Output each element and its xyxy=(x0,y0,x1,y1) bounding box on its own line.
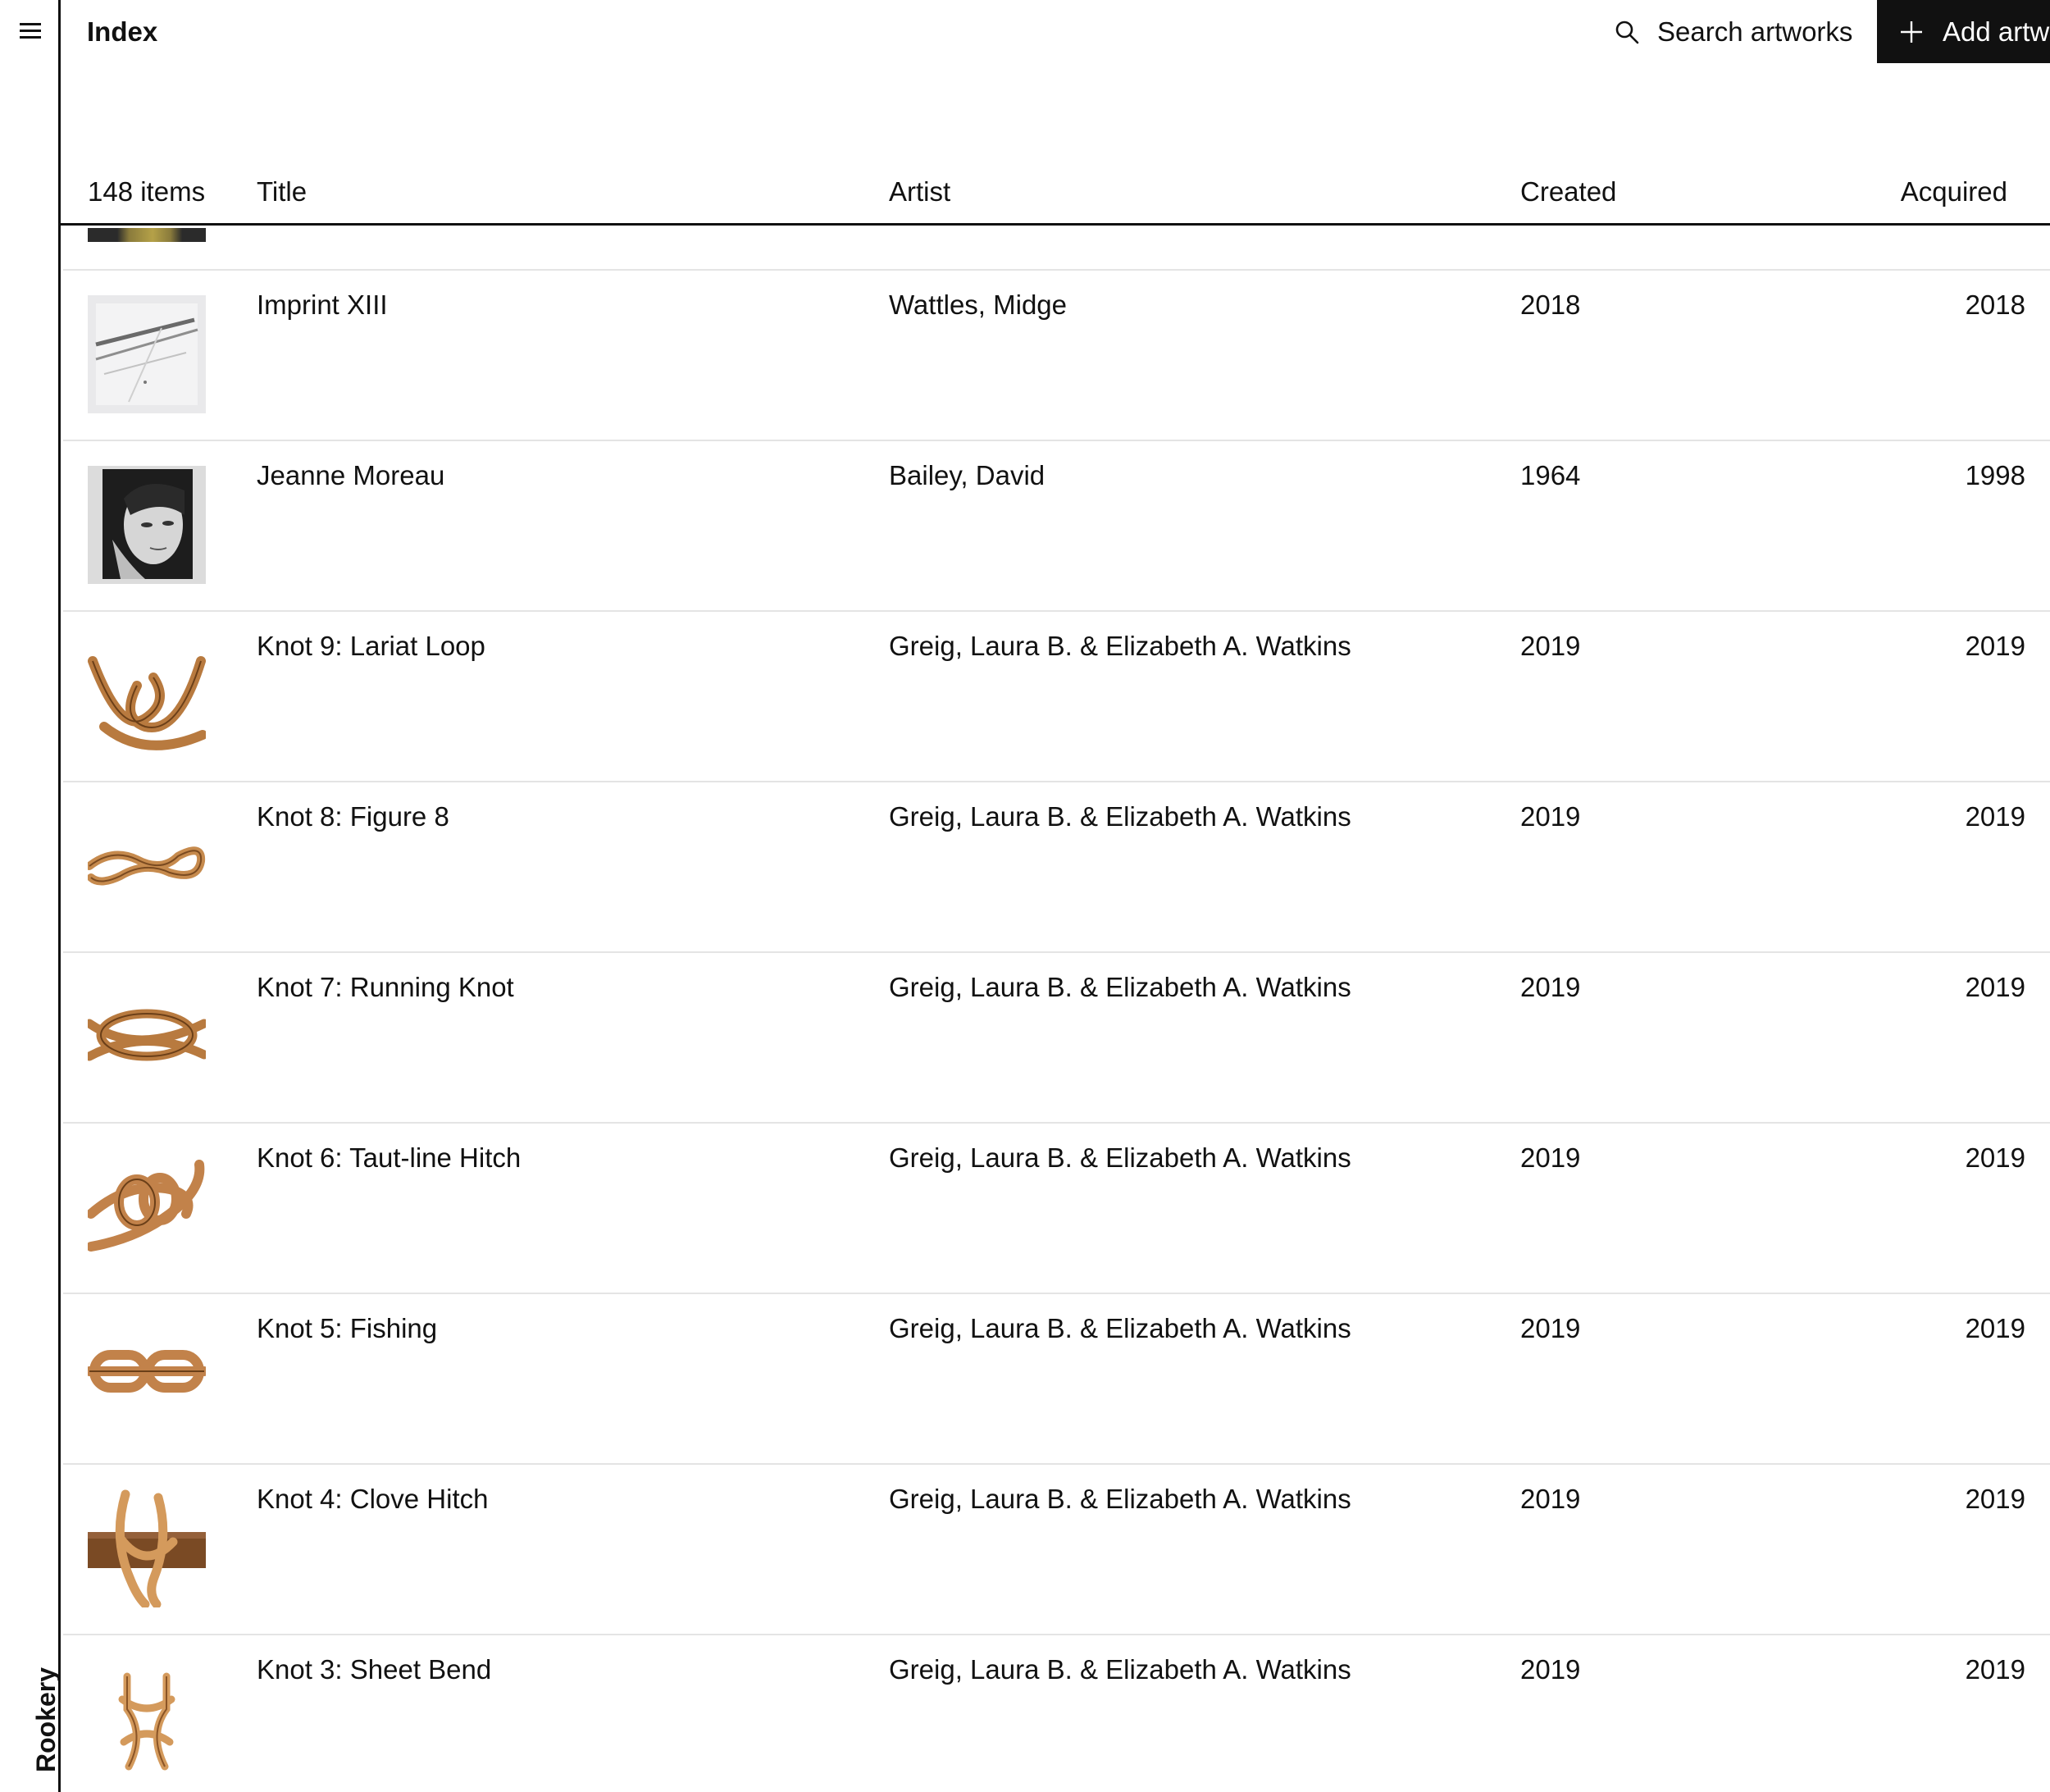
artwork-thumbnail[interactable] xyxy=(88,1148,206,1266)
column-header-created[interactable]: Created xyxy=(1520,176,1616,207)
table-header: 148 items Title Artist Created Acquired xyxy=(61,160,2050,226)
artwork-thumbnail[interactable] xyxy=(88,1319,206,1437)
artwork-artist: Greig, Laura B. & Elizabeth A. Watkins xyxy=(889,631,1351,661)
add-artwork-button[interactable]: Add artwork xyxy=(1877,0,2050,63)
artwork-acquired: 2019 xyxy=(1965,801,2025,832)
top-bar: Index Search artworks Add artwork xyxy=(61,0,2050,64)
artwork-acquired: 2019 xyxy=(1965,1142,2025,1173)
column-header-title[interactable]: Title xyxy=(257,176,307,207)
table-row[interactable]: Knot 3: Sheet Bend Greig, Laura B. & Eli… xyxy=(63,1634,2050,1792)
table-row[interactable]: Knot 6: Taut-line Hitch Greig, Laura B. … xyxy=(63,1122,2050,1294)
artwork-created: 2019 xyxy=(1520,1142,1581,1173)
artwork-thumbnail[interactable] xyxy=(88,295,206,413)
artwork-title: Knot 6: Taut-line Hitch xyxy=(257,1142,522,1173)
column-header-acquired[interactable]: Acquired xyxy=(1901,176,2007,207)
artwork-created: 2019 xyxy=(1520,631,1581,661)
artwork-artist: Greig, Laura B. & Elizabeth A. Watkins xyxy=(889,1313,1351,1343)
search-icon xyxy=(1615,21,1639,44)
artwork-acquired: 2018 xyxy=(1965,290,2025,320)
artwork-thumbnail[interactable] xyxy=(88,978,206,1096)
artwork-title: Knot 5: Fishing xyxy=(257,1313,438,1343)
artwork-created: 1964 xyxy=(1520,460,1581,490)
artwork-artist: Bailey, David xyxy=(889,460,1046,490)
hamburger-menu-icon[interactable] xyxy=(20,23,41,39)
artwork-thumbnail[interactable] xyxy=(88,1660,206,1778)
plus-icon xyxy=(1901,21,1922,43)
artwork-artist: Greig, Laura B. & Elizabeth A. Watkins xyxy=(889,801,1351,832)
page-title: Index xyxy=(87,16,158,47)
search-button[interactable]: Search artworks xyxy=(1615,15,1852,49)
artwork-title: Knot 7: Running Knot xyxy=(257,972,514,1002)
artwork-acquired: 2019 xyxy=(1965,1484,2025,1514)
artwork-acquired: 2019 xyxy=(1965,972,2025,1002)
artwork-created: 2018 xyxy=(1520,290,1581,320)
artwork-acquired: 2019 xyxy=(1965,1654,2025,1685)
artwork-artist: Greig, Laura B. & Elizabeth A. Watkins xyxy=(889,1484,1351,1514)
search-label: Search artworks xyxy=(1657,16,1853,47)
artwork-thumbnail[interactable] xyxy=(88,807,206,925)
table-row[interactable]: Knot 5: Fishing Greig, Laura B. & Elizab… xyxy=(63,1293,2050,1465)
table-row[interactable]: Knot 8: Figure 8 Greig, Laura B. & Eliza… xyxy=(63,781,2050,953)
artwork-artist: Greig, Laura B. & Elizabeth A. Watkins xyxy=(889,1142,1351,1173)
artwork-thumbnail[interactable] xyxy=(88,466,206,584)
artwork-title: Knot 9: Lariat Loop xyxy=(257,631,485,661)
artwork-artist: Greig, Laura B. & Elizabeth A. Watkins xyxy=(889,972,1351,1002)
artwork-artist: Wattles, Midge xyxy=(889,290,1068,320)
artwork-acquired: 2019 xyxy=(1965,1313,2025,1343)
artwork-thumbnail[interactable] xyxy=(88,1489,206,1607)
side-rail: Rookery xyxy=(0,0,61,1792)
column-header-artist[interactable]: Artist xyxy=(889,176,950,207)
artwork-title: Knot 3: Sheet Bend xyxy=(257,1654,492,1685)
artwork-created: 2019 xyxy=(1520,1484,1581,1514)
artwork-title: Knot 4: Clove Hitch xyxy=(257,1484,489,1514)
artwork-thumbnail[interactable] xyxy=(88,228,206,242)
table-row[interactable]: Knot 9: Lariat Loop Greig, Laura B. & El… xyxy=(63,610,2050,782)
table-row[interactable]: Knot 7: Running Knot Greig, Laura B. & E… xyxy=(63,951,2050,1124)
app-brand: Rookery xyxy=(31,1667,61,1772)
artwork-artist: Greig, Laura B. & Elizabeth A. Watkins xyxy=(889,1654,1351,1685)
table-row[interactable]: Jeanne Moreau Bailey, David 1964 1998 xyxy=(63,440,2050,612)
add-artwork-label: Add artwork xyxy=(1943,16,2050,47)
table-row[interactable]: Knot 4: Clove Hitch Greig, Laura B. & El… xyxy=(63,1463,2050,1635)
artwork-title: Imprint XIII xyxy=(257,290,388,320)
artwork-created: 2019 xyxy=(1520,972,1581,1002)
artwork-list: Imprint XIII Wattles, Midge 2018 2018 Je… xyxy=(63,228,2050,1792)
item-count: 148 items xyxy=(88,176,206,207)
artwork-created: 2019 xyxy=(1520,1313,1581,1343)
artwork-acquired: 2019 xyxy=(1965,631,2025,661)
table-row[interactable]: Imprint XIII Wattles, Midge 2018 2018 xyxy=(63,269,2050,441)
artwork-title: Jeanne Moreau xyxy=(257,460,445,490)
artwork-thumbnail[interactable] xyxy=(88,636,206,755)
artwork-acquired: 1998 xyxy=(1965,460,2025,490)
artwork-created: 2019 xyxy=(1520,1654,1581,1685)
artwork-title: Knot 8: Figure 8 xyxy=(257,801,449,832)
artwork-created: 2019 xyxy=(1520,801,1581,832)
